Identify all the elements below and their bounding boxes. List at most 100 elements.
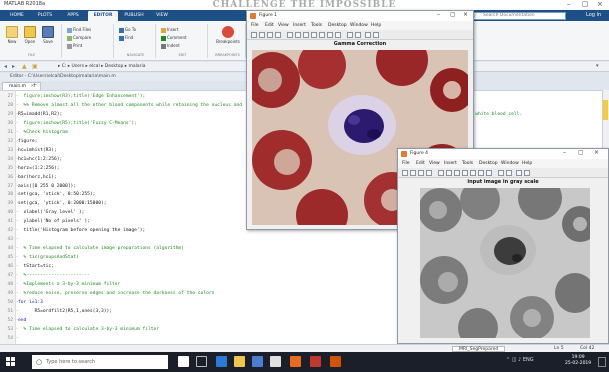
menu-view[interactable]: View <box>278 23 289 28</box>
notifications-icon[interactable] <box>598 357 606 367</box>
edge-browser-icon[interactable] <box>216 356 227 367</box>
menu-window[interactable]: Window <box>501 161 519 166</box>
zoom-out-icon[interactable] <box>454 170 460 176</box>
open-button[interactable]: Open <box>22 26 38 44</box>
tab-publish[interactable]: PUBLISH <box>120 11 148 21</box>
forward-arrow-icon[interactable]: ▸ <box>12 63 15 70</box>
figure-4-maximize-icon[interactable]: ▢ <box>578 149 584 156</box>
matlab-figure-taskbar-icon[interactable] <box>310 356 321 367</box>
indent-button[interactable]: Indent <box>161 43 180 49</box>
insert-button[interactable]: Insert <box>161 27 178 33</box>
zoom-in-icon[interactable] <box>295 32 301 38</box>
colorbar-icon[interactable] <box>498 170 504 176</box>
warning-marker[interactable] <box>603 100 608 120</box>
store-icon[interactable] <box>252 356 263 367</box>
close-icon[interactable]: × <box>597 0 603 8</box>
system-tray[interactable]: ⌃ ◫ ♪ ENG <box>506 357 534 363</box>
taskbar-search-input[interactable]: ○ Type here to search <box>32 355 168 369</box>
find-button[interactable]: Find <box>119 35 133 41</box>
menu-edit[interactable]: Edit <box>265 23 274 28</box>
menu-tools[interactable]: Tools <box>462 161 473 166</box>
menu-window[interactable]: Window <box>350 23 368 28</box>
new-figure-icon[interactable] <box>402 170 408 176</box>
menu-insert[interactable]: Insert <box>444 161 457 166</box>
show-plot-tools-icon[interactable] <box>373 32 379 38</box>
print-figure-icon[interactable] <box>275 32 281 38</box>
legend-icon[interactable] <box>355 32 361 38</box>
figure-4-window[interactable]: Figure 4 – ▢ × File Edit View Insert Too… <box>397 148 609 344</box>
open-file-icon[interactable] <box>410 170 416 176</box>
rotate-icon[interactable] <box>470 170 476 176</box>
data-cursor-icon[interactable] <box>478 170 484 176</box>
tab-home[interactable]: HOME <box>4 11 30 21</box>
pan-icon[interactable] <box>311 32 317 38</box>
save-figure-icon[interactable] <box>267 32 273 38</box>
browse-folder-icon[interactable]: ▣ <box>32 63 38 70</box>
new-button[interactable]: New <box>4 26 20 44</box>
figure-4-minimize-icon[interactable]: – <box>563 149 566 156</box>
breakpoint-dash[interactable]: - <box>13 236 19 244</box>
figure-1-close-icon[interactable]: × <box>463 11 468 18</box>
folder-up-icon[interactable]: ▲ <box>22 63 27 70</box>
back-arrow-icon[interactable]: ◂ <box>4 63 7 70</box>
mail-icon[interactable] <box>270 356 281 367</box>
tab-plots[interactable]: PLOTS <box>32 11 58 21</box>
legend-icon[interactable] <box>506 170 512 176</box>
edit-plot-icon[interactable] <box>287 32 293 38</box>
zoom-out-icon[interactable] <box>303 32 309 38</box>
colorbar-icon[interactable] <box>347 32 353 38</box>
menu-insert[interactable]: Insert <box>293 23 306 28</box>
find-files-button[interactable]: Find Files <box>67 27 91 33</box>
figure-4-close-icon[interactable]: × <box>594 149 599 156</box>
open-file-icon[interactable] <box>259 32 265 38</box>
add-tab-icon[interactable]: + <box>32 82 37 89</box>
windows-start-icon[interactable] <box>6 357 16 367</box>
figure-1-maximize-icon[interactable]: ▢ <box>450 11 456 18</box>
task-view-icon[interactable] <box>196 356 207 367</box>
new-figure-icon[interactable] <box>251 32 257 38</box>
address-dropdown-icon[interactable]: ▾ <box>596 63 599 69</box>
grayscale-image[interactable] <box>420 188 590 338</box>
app-taskbar-icon[interactable] <box>330 356 341 367</box>
save-figure-icon[interactable] <box>418 170 424 176</box>
maximize-icon[interactable]: ▢ <box>582 0 589 8</box>
taskbar-clock[interactable]: 19:09 25-02-2019 <box>565 355 591 367</box>
file-explorer-icon[interactable] <box>234 356 245 367</box>
zoom-in-icon[interactable] <box>446 170 452 176</box>
figure-1-minimize-icon[interactable]: – <box>437 11 440 18</box>
tab-view[interactable]: VIEW <box>150 11 174 21</box>
figure-4-titlebar[interactable]: Figure 4 – ▢ × <box>398 149 608 159</box>
breakpoint-dash[interactable]: - <box>13 335 19 343</box>
print-figure-icon[interactable] <box>426 170 432 176</box>
rotate-icon[interactable] <box>319 32 325 38</box>
matlab-taskbar-icon[interactable] <box>290 356 301 367</box>
menu-help[interactable]: Help <box>371 23 381 28</box>
brush-icon[interactable] <box>486 170 492 176</box>
figure-1-titlebar[interactable]: Figure 1 – ▢ × <box>247 11 473 21</box>
hide-plot-tools-icon[interactable] <box>365 32 371 38</box>
menu-view[interactable]: View <box>429 161 440 166</box>
hide-plot-tools-icon[interactable] <box>516 170 522 176</box>
tab-apps[interactable]: APPS <box>60 11 86 21</box>
menu-file[interactable]: File <box>251 23 259 28</box>
menu-file[interactable]: File <box>402 161 410 166</box>
minimize-icon[interactable]: – <box>567 0 571 8</box>
print-button[interactable]: Print <box>67 43 82 49</box>
brush-icon[interactable] <box>335 32 341 38</box>
comment-button[interactable]: Comment <box>161 35 187 41</box>
go-to-button[interactable]: Go To <box>119 27 136 33</box>
search-documentation-input[interactable]: ⌕ Search Documentation <box>470 12 566 20</box>
menu-desktop[interactable]: Desktop <box>328 23 347 28</box>
pan-icon[interactable] <box>462 170 468 176</box>
login-link[interactable]: Log In <box>586 12 601 18</box>
save-button[interactable]: Save <box>40 26 56 44</box>
tab-editor[interactable]: EDITOR <box>88 11 118 21</box>
menu-edit[interactable]: Edit <box>416 161 425 166</box>
edit-plot-icon[interactable] <box>438 170 444 176</box>
menu-tools[interactable]: Tools <box>311 23 322 28</box>
breakpoints-button[interactable]: Breakpoints <box>214 26 242 44</box>
microphone-icon[interactable] <box>178 356 189 367</box>
menu-help[interactable]: Help <box>522 161 532 166</box>
current-folder-path[interactable]: ▸ C: ▸ Users ▸ elcal ▸ Desktop ▸ malaria <box>58 64 146 69</box>
show-plot-tools-icon[interactable] <box>524 170 530 176</box>
